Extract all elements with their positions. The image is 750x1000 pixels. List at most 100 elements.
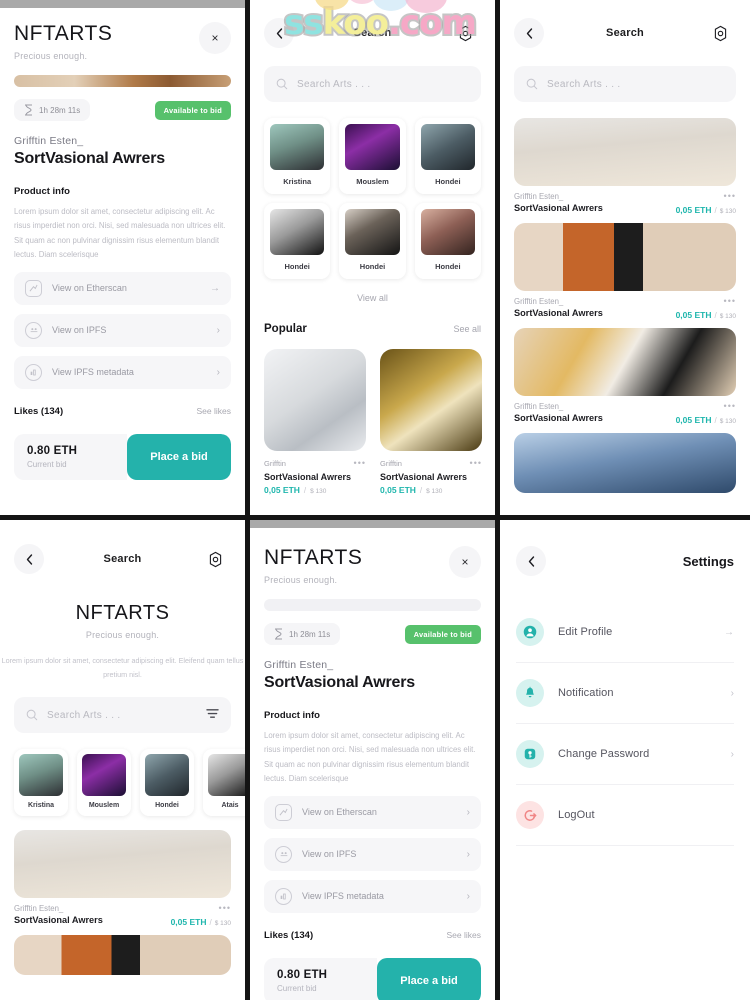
chevron-right-icon: ›	[466, 848, 470, 860]
status-bar	[250, 520, 495, 528]
list-item[interactable]: Grifftin Esten_ SortVasional Awrers ••• …	[14, 830, 231, 927]
back-button[interactable]	[14, 544, 44, 574]
search-input[interactable]: Search Arts . . .	[514, 66, 736, 102]
artist-card[interactable]: Atais	[203, 749, 245, 817]
list-item[interactable]: Grifftin Esten_ SortVasional Awrers ••• …	[514, 223, 736, 320]
page-title: NFTARTS	[264, 546, 363, 569]
panel-nft-detail-top: NFTARTS Precious enough. × 1h 28m 11s Av…	[0, 0, 250, 520]
popular-carousel[interactable]: Grifftin ••• SortVasional Awrers 0,05 ET…	[264, 349, 495, 495]
chevron-right-icon: ›	[466, 890, 470, 902]
popular-price-eth: 0,05 ETH	[264, 485, 300, 496]
nft-detail-body: NFTARTS Precious enough. × 1h 28m 11s Av…	[250, 528, 495, 1000]
popular-price-eth: 0,05 ETH	[380, 485, 416, 496]
settings-button[interactable]	[451, 18, 481, 48]
auction-timer: 1h 28m 11s	[14, 99, 91, 121]
place-bid-button[interactable]: Place a bid	[127, 433, 231, 480]
screenshot-grid: NFTARTS Precious enough. × 1h 28m 11s Av…	[0, 0, 750, 1000]
settings-button[interactable]	[706, 18, 736, 48]
auction-timer: 1h 28m 11s	[264, 623, 341, 645]
chevron-right-icon: ›	[216, 324, 220, 336]
artist-name: Atais	[221, 802, 239, 810]
artist-card[interactable]: Kristina	[14, 749, 68, 817]
artist-name: Hondei	[435, 262, 461, 271]
link-view-ipfs[interactable]: View on IPFS ›	[14, 313, 231, 347]
see-likes-link[interactable]: See likes	[197, 406, 232, 416]
key-icon	[516, 740, 544, 768]
see-all-link[interactable]: See all	[453, 324, 481, 334]
settings-item-label: Notification	[558, 687, 614, 699]
artist-card[interactable]: Mouslem	[77, 749, 131, 817]
close-icon: ×	[211, 31, 219, 45]
more-options-icon[interactable]: •••	[676, 402, 736, 411]
close-icon: ×	[461, 555, 469, 569]
chevron-right-icon: ›	[466, 806, 470, 818]
list-item[interactable]	[514, 433, 736, 493]
settings-item-edit-profile[interactable]: Edit Profile →	[516, 602, 734, 663]
more-options-icon[interactable]: •••	[676, 297, 736, 306]
settings-item-notification[interactable]: Notification ›	[516, 663, 734, 724]
link-view-ipfs[interactable]: View on IPFS ›	[264, 837, 481, 871]
artist-name: Hondei	[284, 262, 310, 271]
list-item[interactable]: Grifftin Esten_ SortVasional Awrers ••• …	[514, 118, 736, 215]
more-options-icon[interactable]: •••	[676, 192, 736, 201]
artist-card[interactable]: Mouslem	[339, 118, 406, 194]
filter-button[interactable]	[206, 706, 219, 724]
view-all-link[interactable]: View all	[250, 293, 495, 303]
place-bid-button[interactable]: Place a bid	[377, 957, 481, 1000]
popular-price-usd: $ 130	[426, 488, 443, 496]
more-options-icon[interactable]: •••	[354, 458, 366, 468]
list-item[interactable]	[14, 935, 231, 976]
search-header: Search	[250, 8, 495, 52]
artist-card[interactable]: Hondei	[339, 203, 406, 279]
panel-search-popular: Search Search Arts . . . Kristina Mousle…	[250, 0, 500, 520]
price-separator: /	[419, 486, 423, 496]
popular-card[interactable]: Grifftin ••• SortVasional Awrers 0,05 ET…	[380, 349, 482, 495]
back-button[interactable]	[264, 18, 294, 48]
panel-settings: Settings Edit Profile → Notification › C…	[500, 520, 750, 1000]
chevron-right-icon: ›	[216, 366, 220, 378]
settings-item-label: Edit Profile	[558, 626, 613, 638]
link-view-etherscan[interactable]: View on Etherscan ›	[264, 795, 481, 829]
more-options-icon[interactable]: •••	[470, 458, 482, 468]
listing-feed: Grifftin Esten_ SortVasional Awrers ••• …	[514, 118, 736, 493]
search-placeholder: Search Arts . . .	[547, 78, 621, 90]
page-title: Settings	[682, 553, 734, 569]
settings-item-change-password[interactable]: Change Password ›	[516, 724, 734, 785]
artist-card[interactable]: Hondei	[140, 749, 194, 817]
link-view-ipfs-metadata[interactable]: View IPFS metadata ›	[264, 879, 481, 913]
status-bar	[500, 0, 750, 8]
artist-card[interactable]: Hondei	[264, 203, 331, 279]
product-description: Lorem ipsum dolor sit amet, consectetur …	[14, 207, 226, 260]
chevron-left-icon	[526, 27, 532, 39]
artist-thumbnail	[420, 124, 475, 170]
listing-author: Grifftin Esten_	[14, 904, 64, 914]
search-input[interactable]: Search Arts . . .	[14, 697, 231, 734]
settings-item-logout[interactable]: LogOut	[516, 785, 734, 846]
artist-name: Kristina	[283, 177, 312, 186]
settings-button[interactable]	[201, 544, 231, 574]
link-view-etherscan[interactable]: View on Etherscan →	[14, 271, 231, 305]
etherscan-icon	[275, 803, 292, 821]
popular-card[interactable]: Grifftin ••• SortVasional Awrers 0,05 ET…	[264, 349, 366, 495]
listing-image	[514, 433, 736, 493]
artist-row[interactable]: Kristina Mouslem Hondei Atais	[14, 749, 245, 817]
close-button[interactable]: ×	[449, 546, 481, 578]
page-title: NFTARTS	[75, 602, 170, 624]
arrow-right-icon: →	[724, 626, 734, 638]
search-input[interactable]: Search Arts . . .	[264, 66, 481, 102]
listing-price-eth: 0,05 ETH	[675, 415, 712, 425]
gear-icon	[715, 25, 727, 41]
artist-name: Kristina	[27, 802, 55, 810]
artist-card[interactable]: Hondei	[414, 118, 481, 194]
link-view-ipfs-metadata[interactable]: View IPFS metadata ›	[14, 355, 231, 389]
back-button[interactable]	[514, 18, 544, 48]
back-button[interactable]	[516, 546, 546, 576]
more-options-icon[interactable]: •••	[171, 904, 231, 913]
artist-card[interactable]: Hondei	[414, 203, 481, 279]
list-item[interactable]: Grifftin Esten_ SortVasional Awrers ••• …	[514, 328, 736, 425]
gear-icon	[460, 25, 472, 41]
artist-card[interactable]: Kristina	[264, 118, 331, 194]
close-button[interactable]: ×	[199, 22, 231, 54]
popular-name: SortVasional Awrers	[264, 472, 352, 482]
see-likes-link[interactable]: See likes	[447, 930, 482, 940]
